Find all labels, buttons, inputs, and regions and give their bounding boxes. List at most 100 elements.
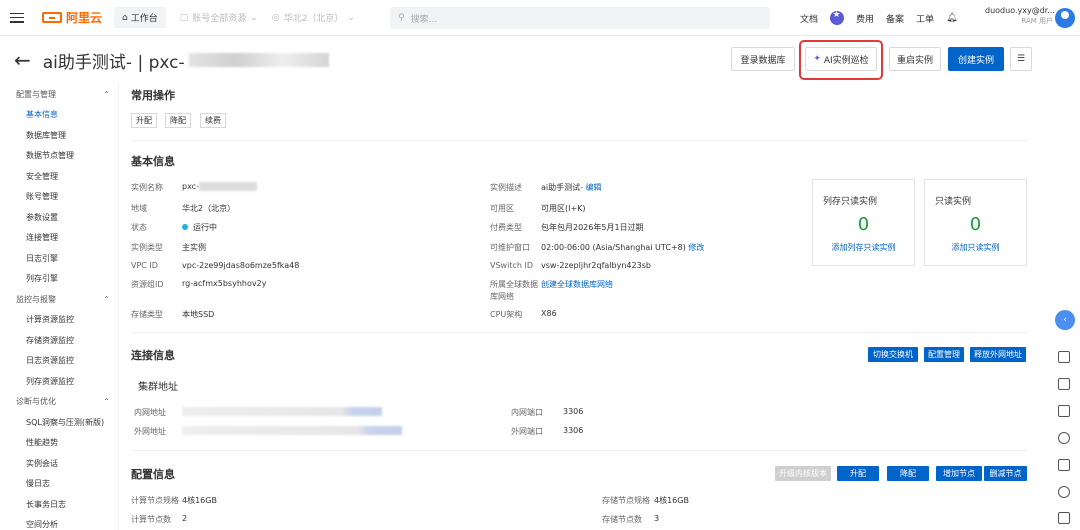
sidebar-item-log-monitor[interactable]: 日志资源监控 [0, 351, 118, 372]
column-readonly-card: 列存只读实例 0 添加列存只读实例 [812, 179, 915, 266]
value-compute-spec: 4核16GB [182, 496, 217, 505]
card-count: 0 [857, 214, 870, 235]
login-db-button[interactable]: 登录数据库 [731, 47, 795, 71]
sidebar-item-basic-info[interactable]: 基本信息 [0, 105, 118, 126]
modify-maintenance-link[interactable]: 修改 [688, 243, 704, 252]
sidebar-item-connection[interactable]: 连接管理 [0, 228, 118, 249]
release-public-ip-button[interactable]: 释放外网地址 [970, 347, 1026, 362]
sidebar-item-data-node[interactable]: 数据节点管理 [0, 146, 118, 167]
ai-patrol-button[interactable]: ✦ AI实例巡检 [805, 47, 877, 71]
aliyun-logo[interactable]: 阿里云 [42, 9, 102, 26]
label-description: 实例描述 [490, 183, 522, 192]
sidebar-item-compute-monitor[interactable]: 计算资源监控 [0, 310, 118, 331]
label-vswitch: VSwitch ID [490, 261, 533, 270]
device-icon[interactable] [1058, 378, 1070, 390]
config-upgrade-button[interactable]: 升配 [837, 466, 879, 481]
label-public-port: 外网端口 [511, 427, 543, 436]
sidebar-group-config[interactable]: 配置与管理 ⌃ [0, 84, 118, 105]
value-private-port: 3306 [563, 407, 584, 416]
nav-ticket[interactable]: 工单 [916, 12, 934, 25]
image-icon[interactable] [1058, 405, 1070, 417]
add-column-readonly-link[interactable]: 添加列存只读实例 [813, 242, 914, 253]
user-info[interactable]: duoduo.yxy@dr... RAM 用户 [985, 5, 1055, 27]
sidebar-item-sql-insight[interactable]: SQL洞察与压测(新版) [0, 412, 118, 433]
list-menu-icon[interactable]: ☰ [1010, 47, 1032, 71]
main-content: 常用操作 升配 降配 续费 基本信息 实例名称 pxc- 地域 华北2（北京） … [119, 80, 1039, 530]
sidebar-item-perf-trend[interactable]: 性能趋势 [0, 433, 118, 454]
gear-icon[interactable] [1058, 432, 1070, 444]
sidebar-item-space[interactable]: 空间分析 [0, 515, 118, 530]
redacted-text [182, 426, 402, 435]
nav-filing[interactable]: 备案 [886, 12, 904, 25]
sidebar-item-params[interactable]: 参数设置 [0, 207, 118, 228]
workbench-button[interactable]: ⌂ 工作台 [114, 7, 166, 28]
label-status: 状态 [131, 223, 147, 232]
label-compute-count: 计算节点数 [131, 515, 171, 524]
config-downgrade-button[interactable]: 降配 [887, 466, 929, 481]
sidebar-item-long-trx[interactable]: 长事务日志 [0, 494, 118, 515]
value-vpc-id: vpc-2ze99jdas8o6mze5fka48 [182, 261, 300, 270]
ai-assistant-icon[interactable] [830, 10, 845, 25]
value-private-address [182, 407, 382, 416]
sidebar-item-column-monitor[interactable]: 列存资源监控 [0, 371, 118, 392]
sidebar-item-log-engine[interactable]: 日志引擎 [0, 248, 118, 269]
edit-icon[interactable] [1058, 459, 1070, 471]
back-arrow-icon[interactable]: ← [14, 48, 31, 72]
sidebar-item-sessions[interactable]: 实例会话 [0, 453, 118, 474]
value-instance-name: pxc- [182, 182, 257, 191]
feedback-icon[interactable] [1058, 512, 1070, 524]
upgrade-kernel-button[interactable]: 升级内核版本 [775, 466, 831, 481]
account-select[interactable]: ▢ 账号全部资源 ⌄ [180, 11, 258, 25]
nav-docs[interactable]: 文档 [800, 12, 818, 25]
search-input[interactable]: ⚲ 搜索... [390, 7, 770, 29]
headset-icon[interactable] [1058, 486, 1070, 498]
sidebar-item-column-engine[interactable]: 列存引擎 [0, 269, 118, 290]
remove-node-button[interactable]: 删减节点 [984, 466, 1027, 481]
readonly-card: 只读实例 0 添加只读实例 [924, 179, 1027, 266]
status-dot-icon [182, 224, 188, 230]
card-title: 只读实例 [935, 197, 972, 207]
sidebar-item-slow-log[interactable]: 慢日志 [0, 474, 118, 495]
bell-icon[interactable]: 🔔︎ [946, 13, 957, 23]
document-icon[interactable] [1058, 351, 1070, 363]
sidebar-item-account[interactable]: 账号管理 [0, 187, 118, 208]
value-resource-group: rg-acfmx5bsyhhov2y [182, 279, 267, 288]
chevron-left-icon[interactable]: ‹ [1055, 310, 1075, 330]
menu-icon[interactable] [10, 12, 24, 23]
avatar[interactable] [1055, 8, 1075, 28]
value-region: 华北2（北京） [182, 204, 236, 213]
upgrade-button[interactable]: 升配 [131, 113, 157, 128]
title-redacted [188, 53, 329, 67]
sidebar-group-monitor[interactable]: 监控与报警 ⌃ [0, 289, 118, 310]
add-node-button[interactable]: 增加节点 [936, 466, 982, 481]
switch-vswitch-button[interactable]: 切换交换机 [868, 347, 918, 362]
value-compute-count: 2 [182, 514, 188, 523]
search-icon: ⚲ [398, 13, 405, 23]
create-gdn-link[interactable]: 创建全球数据库网络 [541, 279, 613, 290]
region-select[interactable]: ◎ 华北2（北京） ⌄ [272, 11, 355, 25]
sidebar-item-storage-monitor[interactable]: 存储资源监控 [0, 330, 118, 351]
add-readonly-link[interactable]: 添加只读实例 [925, 242, 1026, 253]
page-title: ai助手测试- | pxc- [42, 52, 185, 73]
sidebar-item-db-mgmt[interactable]: 数据库管理 [0, 125, 118, 146]
edit-description-link[interactable]: 编辑 [586, 183, 602, 192]
renew-button[interactable]: 续费 [200, 113, 226, 128]
downgrade-button[interactable]: 降配 [165, 113, 191, 128]
create-instance-button[interactable]: 创建实例 [948, 47, 1004, 71]
sidebar-item-security[interactable]: 安全管理 [0, 166, 118, 187]
value-vswitch: vsw-2zepljhr2qfalbyn423sb [541, 261, 651, 270]
sidebar: 配置与管理 ⌃ 基本信息 数据库管理 数据节点管理 安全管理 账号管理 参数设置 … [0, 84, 118, 530]
basic-info-title: 基本信息 [131, 155, 175, 168]
label-public-address: 外网地址 [134, 427, 166, 436]
chevron-up-icon: ⌃ [103, 294, 110, 304]
value-instance-type: 主实例 [182, 243, 206, 252]
cluster-address-title: 集群地址 [138, 382, 178, 393]
top-bar: 阿里云 ⌂工作台 ▢账号全部资源⌄ ◎华北2（北京）⌄ ⚲搜索... 文档 费用… [0, 0, 1080, 36]
card-count: 0 [969, 214, 982, 235]
sidebar-group-diagnosis[interactable]: 诊断与优化 ⌃ [0, 392, 118, 413]
config-mgmt-button[interactable]: 配置管理 [924, 347, 964, 362]
nav-billing[interactable]: 费用 [856, 12, 874, 25]
restart-button[interactable]: 重启实例 [889, 47, 941, 71]
label-billing: 付费类型 [490, 223, 522, 232]
chevron-up-icon: ⌃ [103, 89, 110, 99]
